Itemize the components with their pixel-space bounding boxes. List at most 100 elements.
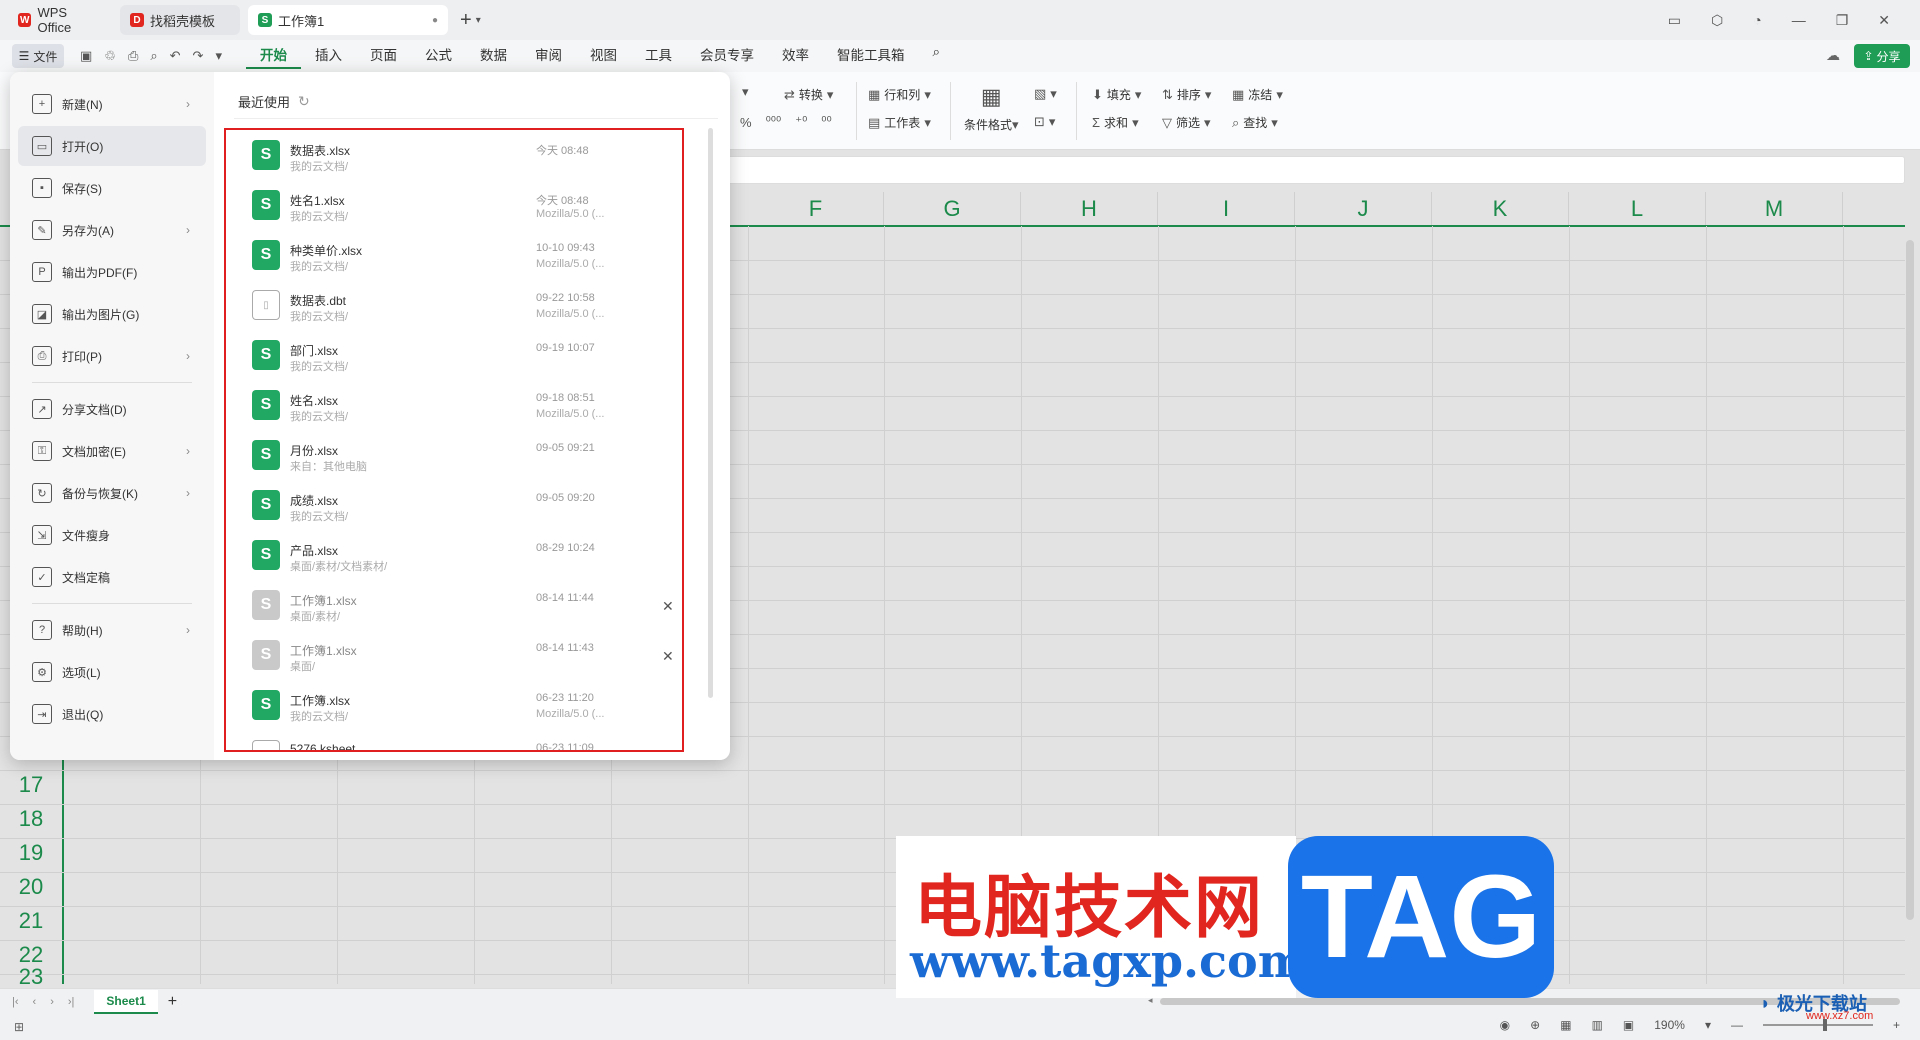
column-header[interactable]: J [1295,192,1432,226]
row-header[interactable]: 21 [0,904,62,938]
normal-view-icon[interactable]: ▦ [1560,1018,1571,1032]
fill-button[interactable]: ⬇ 填充 ▾ [1092,86,1141,103]
file-menu-item[interactable]: ↗ 分享文档(D) [18,389,206,429]
row-header[interactable]: 18 [0,802,62,836]
recent-file-item[interactable]: S 数据表.xlsx 我的云文档/今天 08:48 [226,130,682,180]
tab-workbook[interactable]: S 工作簿1 ● [248,5,448,35]
tab-wps-office[interactable]: W WPS Office [8,5,112,35]
increase-decimal-icon[interactable]: ⁺⁰ [795,114,807,130]
tab-docer-templates[interactable]: D 找稻壳模板 [120,5,240,35]
file-menu-item[interactable]: ↻ 备份与恢复(K) › [18,473,206,513]
recent-file-item[interactable]: ▯ 数据表.dbt 我的云文档/09-22 10:58 Mozilla/5.0 (..… [226,280,682,330]
number-format-dropdown[interactable]: ▾ [742,84,749,100]
locate-icon[interactable]: ⊕ [1530,1018,1540,1032]
worksheet-button[interactable]: ▤ 工作表 ▾ [868,114,931,131]
row-header[interactable]: 17 [0,768,62,802]
file-menu-item[interactable]: P 输出为PDF(F) [18,252,206,292]
remove-recent-icon[interactable]: ✕ [662,648,674,665]
file-menu-item[interactable]: ✓ 文档定稿 [18,557,206,597]
zoom-level[interactable]: 190% [1654,1018,1685,1032]
restore-button[interactable]: ❐ [1836,12,1849,29]
close-button[interactable]: ✕ [1878,12,1890,29]
chevron-down-icon[interactable]: ▾ [1705,1018,1711,1032]
menu-smart-toolbox[interactable]: 智能工具箱 [823,44,919,69]
file-menu-item[interactable]: ⇥ 退出(Q) [18,694,206,734]
formula-bar-input[interactable] [720,156,1905,184]
recent-file-item[interactable]: S 产品.xlsx 桌面/素材/文档素材/08-29 10:24 [226,530,682,580]
add-sheet-button[interactable]: + [168,993,177,1011]
recent-file-item[interactable]: S 工作簿1.xlsx 桌面/08-14 11:43 ✕ [226,630,682,680]
sort-button[interactable]: ⇅ 排序 ▾ [1162,86,1211,103]
eye-protection-icon[interactable]: ◉ [1500,1018,1510,1032]
recent-file-item[interactable]: S 工作簿1.xlsx 桌面/素材/08-14 11:44 ✕ [226,580,682,630]
row-header[interactable]: 20 [0,870,62,904]
percent-icon[interactable]: % [740,115,752,130]
save-icon[interactable]: ▣ [80,48,92,64]
first-sheet-icon[interactable]: |‹ [12,996,19,1008]
recent-file-item[interactable]: S 月份.xlsx 来自：其他电脑 09-05 09:21 [226,430,682,480]
row-header[interactable]: 19 [0,836,62,870]
menu-data[interactable]: 数据 [466,44,521,69]
rows-cols-button[interactable]: ▦ 行和列 ▾ [868,86,931,103]
sum-button[interactable]: Σ 求和 ▾ [1092,114,1139,131]
file-menu-item[interactable]: ⚿ 文档加密(E) › [18,431,206,471]
next-sheet-icon[interactable]: › [50,996,54,1008]
file-menu-item[interactable]: ? 帮助(H) › [18,610,206,650]
chevron-down-icon[interactable]: ▾ [215,48,222,64]
cloud-icon[interactable]: ☁ [1826,47,1840,64]
share-icon[interactable]: ♲ [104,48,116,64]
share-button[interactable]: ⇪ 分享 [1854,44,1910,68]
convert-button[interactable]: ⇄ 转换 ▾ [784,86,833,103]
file-menu-item[interactable]: + 新建(N) › [18,84,206,124]
column-header[interactable]: F [748,192,884,226]
file-menu-item[interactable]: ▭ 打开(O) [18,126,206,166]
menu-tools[interactable]: 工具 [631,44,686,69]
zoom-slider[interactable] [1762,1019,1873,1031]
column-header[interactable]: K [1432,192,1569,226]
border-button[interactable]: ⊡ ▾ [1034,114,1055,130]
prev-sheet-icon[interactable]: ‹ [33,996,37,1008]
new-tab-button[interactable]: + [460,9,472,32]
recent-list-scrollbar[interactable] [708,128,713,698]
recent-file-item[interactable]: S 工作簿.xlsx 我的云文档/06-23 11:20 Mozilla/5.0 (.… [226,680,682,730]
recent-file-item[interactable]: S 部门.xlsx 我的云文档/09-19 10:07 [226,330,682,380]
row-header[interactable]: 22 [0,938,62,972]
file-menu-item[interactable]: ⎙ 打印(P) › [18,336,206,376]
column-header[interactable]: I [1158,192,1295,226]
last-sheet-icon[interactable]: ›| [68,996,75,1008]
refresh-icon[interactable]: ↻ [298,93,310,110]
layout-icon[interactable]: ▭ [1668,12,1681,29]
file-menu-item[interactable]: ◪ 输出为图片(G) [18,294,206,334]
column-header[interactable]: H [1021,192,1158,226]
cell-style-button[interactable]: ▧ ▾ [1034,86,1057,102]
file-menu-item[interactable]: ▪ 保存(S) [18,168,206,208]
menu-view[interactable]: 视图 [576,44,631,69]
remove-recent-icon[interactable]: ✕ [662,598,674,615]
recent-file-item[interactable]: ▯ 5276.ksheet 06-23 11:09 [226,730,682,750]
avatar[interactable]: ◔ [1753,12,1761,28]
menu-efficiency[interactable]: 效率 [768,44,823,69]
vertical-scrollbar[interactable] [1906,240,1914,920]
column-header[interactable]: G [884,192,1021,226]
thousands-icon[interactable]: ⁰⁰⁰ [766,114,782,130]
menu-home[interactable]: 开始 [245,44,301,69]
box-icon[interactable]: ⬡ [1711,12,1723,29]
recent-file-item[interactable]: S 姓名.xlsx 我的云文档/09-18 08:51 Mozilla/5.0 (..… [226,380,682,430]
chevron-down-icon[interactable]: ▾ [476,15,481,26]
menu-member[interactable]: 会员专享 [686,44,768,69]
menu-insert[interactable]: 插入 [301,44,356,69]
file-menu-item[interactable]: ⇲ 文件瘦身 [18,515,206,555]
minimize-button[interactable]: — [1792,12,1806,28]
search-icon[interactable]: ⌕ [918,44,954,69]
file-menu-item[interactable]: ⚙ 选项(L) [18,652,206,692]
macro-icon[interactable]: ⊞ [14,1020,24,1034]
menu-review[interactable]: 审阅 [521,44,576,69]
column-header[interactable]: L [1569,192,1706,226]
zoom-in-icon[interactable]: + [1893,1018,1900,1032]
sheet-tab[interactable]: Sheet1 [94,989,158,1014]
menu-page[interactable]: 页面 [356,44,411,69]
file-menu-button[interactable]: ☰ 文件 [12,44,64,68]
decrease-decimal-icon[interactable]: ⁰⁰ [821,114,831,130]
zoom-out-icon[interactable]: — [1731,1018,1743,1032]
redo-icon[interactable]: ↷ [193,48,204,64]
